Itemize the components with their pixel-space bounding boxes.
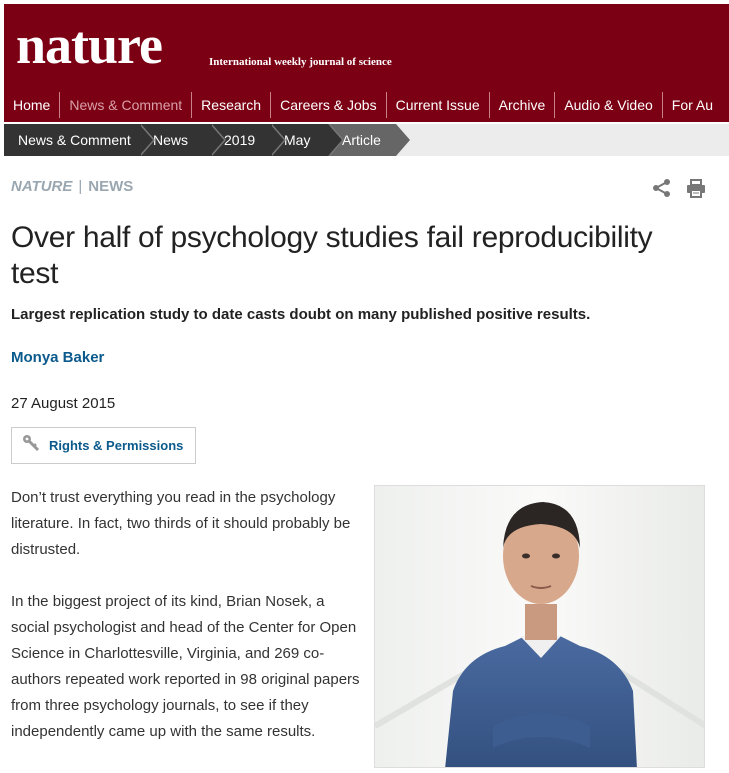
article-tools <box>652 178 706 198</box>
rights-permissions-label: Rights & Permissions <box>49 438 184 453</box>
body-paragraph: In the biggest project of its kind, Bria… <box>11 593 360 740</box>
nav-for-authors[interactable]: For Au <box>663 92 722 118</box>
nav-archive[interactable]: Archive <box>490 92 556 118</box>
nav-research[interactable]: Research <box>192 92 272 118</box>
article-body: Don’t trust everything you read in the p… <box>11 485 361 771</box>
kicker-separator: | <box>78 178 83 195</box>
share-icon[interactable] <box>652 178 672 198</box>
breadcrumb: News & Comment News 2019 May Article <box>4 124 729 156</box>
main-nav: Home News & Comment Research Careers & J… <box>4 92 722 118</box>
kicker-brand: NATURE <box>11 178 73 195</box>
article-author[interactable]: Monya Baker <box>11 349 104 366</box>
nav-audio-video[interactable]: Audio & Video <box>555 92 663 118</box>
rights-permissions-button[interactable]: Rights & Permissions <box>11 427 196 464</box>
article-standfirst: Largest replication study to date casts … <box>11 306 591 323</box>
nature-logo[interactable]: nature <box>16 18 163 72</box>
article-kicker: NATURE | NEWS <box>11 178 133 195</box>
nav-home[interactable]: Home <box>4 92 61 118</box>
body-paragraph: Don’t trust everything you read in the p… <box>11 489 351 558</box>
author-photo <box>374 485 705 768</box>
key-icon <box>22 434 40 457</box>
nav-careers-jobs[interactable]: Careers & Jobs <box>271 92 387 118</box>
tagline: International weekly journal of science <box>209 56 392 68</box>
nav-news-comment[interactable]: News & Comment <box>60 92 193 118</box>
article-date: 27 August 2015 <box>11 395 116 412</box>
article-title: Over half of psychology studies fail rep… <box>11 221 653 290</box>
masthead: nature International weekly journal of s… <box>4 4 729 122</box>
nav-current-issue[interactable]: Current Issue <box>387 92 490 118</box>
print-icon[interactable] <box>686 178 706 198</box>
breadcrumb-news-comment[interactable]: News & Comment <box>4 124 155 156</box>
kicker-section[interactable]: NEWS <box>88 178 133 195</box>
